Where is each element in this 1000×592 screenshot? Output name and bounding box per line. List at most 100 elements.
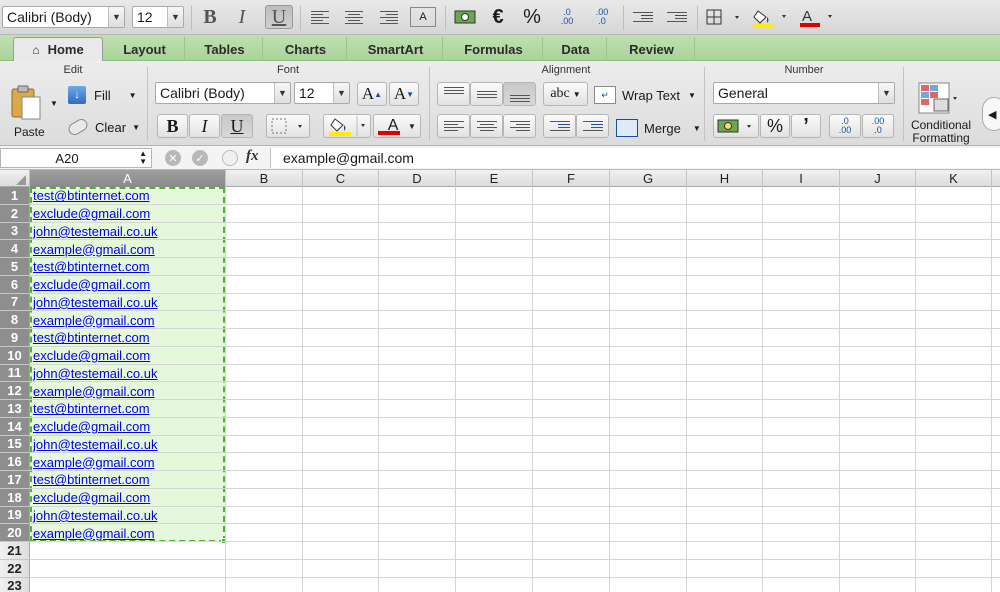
column-header-i[interactable]: I (763, 170, 840, 187)
decrease-indent-icon[interactable] (630, 5, 656, 29)
tab-charts[interactable]: Charts (265, 37, 347, 61)
text-orientation-button[interactable]: abc ▼ (543, 82, 588, 106)
row-header-19[interactable]: 19 (0, 506, 30, 525)
shrink-font-button[interactable]: A ▼ (389, 82, 419, 106)
name-box[interactable]: A20 ▲ ▼ (0, 148, 152, 168)
cell-a4[interactable]: example@gmail.com (33, 240, 155, 258)
underline-button[interactable]: U (265, 5, 293, 29)
cell-a5[interactable]: test@btinternet.com (33, 258, 150, 276)
cell-area[interactable]: test@btinternet.com exclude@gmail.com john… (30, 187, 1000, 592)
accounting-format-button[interactable] (713, 114, 759, 138)
column-header-j[interactable]: J (840, 170, 916, 187)
chevron-down-icon[interactable]: ▼ (878, 83, 894, 103)
cell-a16[interactable]: example@gmail.com (33, 453, 155, 471)
decrease-indent-button[interactable] (543, 114, 576, 138)
align-center-button[interactable] (470, 114, 503, 138)
column-header-f[interactable]: F (533, 170, 610, 187)
row-header-13[interactable]: 13 (0, 400, 30, 418)
conditional-formatting-button[interactable]: Conditional Formatting (905, 79, 977, 145)
decrease-decimal-button[interactable]: .00 .0 (588, 5, 616, 29)
ribbon-fill-color-button[interactable] (323, 114, 371, 138)
cell-a3[interactable]: john@testemail.co.uk (33, 223, 157, 241)
chevron-down-icon[interactable]: ▼ (274, 83, 290, 103)
row-header-22[interactable]: 22 (0, 559, 30, 578)
comma-style-button[interactable]: ’ (791, 114, 821, 138)
cell-a9[interactable]: test@btinternet.com (33, 329, 150, 347)
column-header-h[interactable]: H (687, 170, 763, 187)
row-header-7[interactable]: 7 (0, 293, 30, 312)
align-top-button[interactable] (437, 82, 470, 106)
cell-a10[interactable]: exclude@gmail.com (33, 347, 150, 365)
cell-a13[interactable]: test@btinternet.com (33, 400, 150, 418)
fill-color-icon[interactable] (751, 5, 791, 29)
tab-data[interactable]: Data (545, 37, 607, 61)
row-header-11[interactable]: 11 (0, 364, 30, 383)
ribbon-bold-button[interactable]: B (157, 114, 188, 138)
euro-button[interactable]: € (486, 5, 510, 29)
align-left-button[interactable] (437, 114, 470, 138)
chevron-down-icon[interactable]: ▼ (108, 7, 124, 27)
chevron-down-icon[interactable]: ▼ (50, 99, 58, 108)
row-header-23[interactable]: 23 (0, 577, 30, 592)
increase-indent-icon[interactable] (664, 5, 690, 29)
ribbon-borders-button[interactable] (266, 114, 310, 138)
font-size-select[interactable]: 12 ▼ (132, 6, 184, 28)
select-all-corner[interactable] (0, 170, 30, 187)
align-center-icon[interactable] (343, 5, 365, 29)
cell-a15[interactable]: john@testemail.co.uk (33, 436, 157, 454)
cell-a20[interactable]: example@gmail.com (33, 524, 155, 542)
function-wizard-icon[interactable] (222, 150, 238, 166)
tab-review[interactable]: Review (609, 37, 695, 61)
borders-icon[interactable] (704, 5, 744, 29)
column-header-c[interactable]: C (303, 170, 379, 187)
row-header-18[interactable]: 18 (0, 488, 30, 507)
rotate-text-icon[interactable]: A (410, 7, 436, 27)
column-header-k[interactable]: K (916, 170, 992, 187)
align-right-icon[interactable] (378, 5, 400, 29)
cell-a8[interactable]: example@gmail.com (33, 311, 155, 329)
row-header-8[interactable]: 8 (0, 311, 30, 329)
cell-a19[interactable]: john@testemail.co.uk (33, 507, 157, 525)
row-header-6[interactable]: 6 (0, 275, 30, 294)
fill-button[interactable]: ↓ Fill ▼ (68, 83, 137, 107)
ribbon-underline-button[interactable]: U (221, 114, 253, 138)
row-header-2[interactable]: 2 (0, 204, 30, 223)
confirm-icon[interactable]: ✓ (192, 150, 208, 166)
cell-a14[interactable]: exclude@gmail.com (33, 418, 150, 436)
cell-a6[interactable]: exclude@gmail.com (33, 276, 150, 294)
chevron-down-icon[interactable]: ▼ (333, 83, 349, 103)
column-header-g[interactable]: G (610, 170, 687, 187)
clear-button[interactable]: Clear ▼ (66, 115, 140, 139)
ribbon-font-color-button[interactable]: A ▼ (373, 114, 421, 138)
chevron-down-icon[interactable]: ▼ (167, 7, 183, 27)
cell-a18[interactable]: exclude@gmail.com (33, 489, 150, 507)
row-header-10[interactable]: 10 (0, 346, 30, 365)
stepper-icon[interactable]: ▲ ▼ (139, 150, 147, 166)
column-header-b[interactable]: B (226, 170, 303, 187)
cell-a1[interactable]: test@btinternet.com (33, 187, 150, 205)
row-header-9[interactable]: 9 (0, 329, 30, 347)
cell-a17[interactable]: test@btinternet.com (33, 471, 150, 489)
merge-button[interactable]: Merge ▼ (616, 116, 701, 140)
font-color-icon[interactable]: A (797, 5, 837, 29)
ribbon-increase-decimal-button[interactable]: .0 .00 (829, 114, 861, 138)
cell-a11[interactable]: john@testemail.co.uk (33, 365, 157, 383)
row-header-14[interactable]: 14 (0, 417, 30, 436)
row-header-4[interactable]: 4 (0, 240, 30, 258)
ribbon-italic-button[interactable]: I (189, 114, 220, 138)
row-header-3[interactable]: 3 (0, 222, 30, 241)
italic-button[interactable]: I (230, 5, 254, 29)
tab-layout[interactable]: Layout (105, 37, 185, 61)
cell-a2[interactable]: exclude@gmail.com (33, 205, 150, 223)
tab-home[interactable]: ⌂ Home (13, 37, 103, 61)
percent-button[interactable]: % (520, 5, 544, 29)
ribbon-decrease-decimal-button[interactable]: .00 .0 (862, 114, 894, 138)
ribbon-font-name-select[interactable]: Calibri (Body) ▼ (155, 82, 291, 104)
increase-decimal-button[interactable]: .0 .00 (553, 5, 581, 29)
percent-style-button[interactable]: % (760, 114, 790, 138)
row-header-12[interactable]: 12 (0, 382, 30, 400)
row-header-17[interactable]: 17 (0, 471, 30, 489)
bold-button[interactable]: B (198, 5, 222, 29)
row-header-15[interactable]: 15 (0, 435, 30, 454)
increase-indent-button[interactable] (576, 114, 609, 138)
